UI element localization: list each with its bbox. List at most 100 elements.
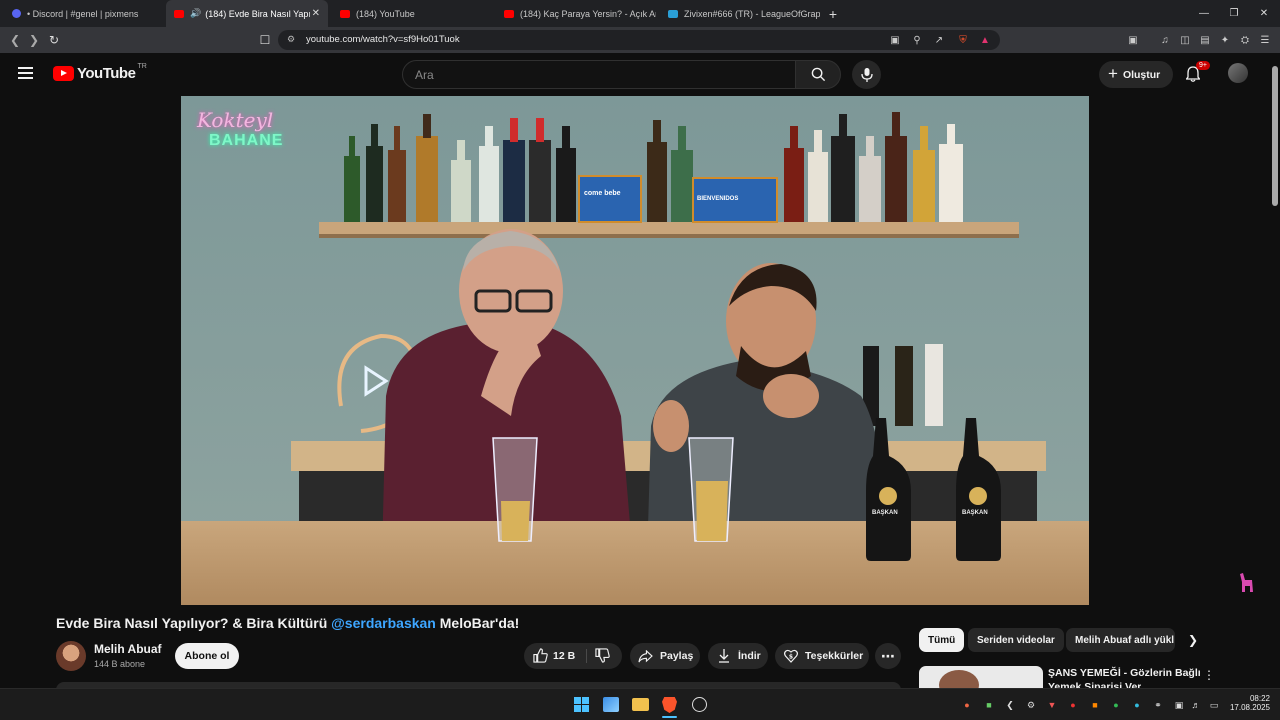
search-box[interactable]: Ara xyxy=(402,60,796,89)
tray-battery-icon[interactable]: ▭ xyxy=(1208,699,1220,711)
channel-name[interactable]: Melih Abuaf xyxy=(94,642,162,656)
search-button[interactable] xyxy=(795,60,841,89)
sidebar-icon[interactable]: ◫ xyxy=(1178,33,1192,47)
youtube-favicon xyxy=(174,9,184,18)
back-button[interactable]: ❮ xyxy=(6,31,24,49)
notifications-button[interactable]: 9+ xyxy=(1185,61,1210,82)
recommended-title-line1[interactable]: ŞANS YEMEĞİ - Gözlerin Bağlı xyxy=(1048,667,1201,679)
youtube-favicon xyxy=(504,9,514,18)
video-player[interactable]: Kokteyl BAHANE come bebe BIENVENIDOS BAŞ… xyxy=(181,96,1089,605)
dislike-button[interactable] xyxy=(595,648,610,666)
tab-close-icon[interactable]: ✕ xyxy=(312,8,320,19)
youtube-play-icon xyxy=(53,66,74,81)
recommended-thumbnail[interactable] xyxy=(919,666,1043,690)
chip-uploads[interactable]: Melih Abuaf adlı yükl xyxy=(1066,628,1175,652)
chips-next-chevron-icon[interactable]: ❯ xyxy=(1188,633,1198,647)
vpn-icon[interactable]: ⛭ xyxy=(1238,33,1252,47)
guide-menu-icon[interactable] xyxy=(18,67,33,79)
bottle-label-2: BAŞKAN xyxy=(962,510,988,516)
tray-app-icon-1[interactable]: ● xyxy=(961,699,973,711)
thanks-button[interactable]: $ Teşekkürler xyxy=(775,643,869,669)
close-window-button[interactable]: ✕ xyxy=(1249,0,1279,27)
file-explorer-icon[interactable] xyxy=(632,698,649,711)
logo-text: YouTube xyxy=(77,65,136,82)
forward-button[interactable]: ❯ xyxy=(25,31,43,49)
windows-taskbar: ● ■ ❮ ⚙ ▼ ● ■ ● ● ⚭ ▣ ♬ ▭ 08:22 17.08.20… xyxy=(0,688,1280,720)
site-info-icon[interactable]: ⚙ xyxy=(287,34,295,45)
tab-active-video[interactable]: 🔊 (184) Evde Bira Nasıl Yapılıyor ✕ xyxy=(166,0,328,27)
share-icon[interactable]: ↗ xyxy=(932,33,946,47)
windows-start-icon[interactable] xyxy=(574,697,589,712)
brave-shield-icon[interactable]: ⛨ xyxy=(956,33,970,47)
tray-mic-icon[interactable]: ⚭ xyxy=(1152,699,1164,711)
subscriber-count: 144 B abone xyxy=(94,659,146,669)
mention-link[interactable]: @serdarbaskan xyxy=(331,615,436,631)
cast-icon[interactable]: ▣ xyxy=(888,33,902,47)
share-arrow-icon xyxy=(638,649,653,662)
account-avatar[interactable] xyxy=(1228,63,1248,83)
browser-toolbar: ❮ ❯ ↻ ☐ ⚙ youtube.com/watch?v=sf9Ho01Tuo… xyxy=(0,27,1280,53)
youtube-logo[interactable]: YouTube TR xyxy=(53,63,147,82)
chip-all[interactable]: Tümü xyxy=(919,628,965,652)
tab-kac-paraya[interactable]: (184) Kaç Paraya Yersin? - Açık Artırm xyxy=(496,0,656,27)
media-controls-icon[interactable]: ♫ xyxy=(1158,33,1172,47)
heart-dollar-icon: $ xyxy=(784,649,798,663)
zoom-icon[interactable]: ⚲ xyxy=(910,33,924,47)
tray-volume-icon[interactable]: ♬ xyxy=(1190,699,1202,711)
tab-leagueofgraphs[interactable]: Zivixen#666 (TR) - LeagueOfGraphs xyxy=(660,0,820,27)
tray-app-icon-6[interactable]: ● xyxy=(1067,699,1079,711)
page-scrollbar[interactable] xyxy=(1272,66,1278,206)
minimize-button[interactable]: — xyxy=(1189,0,1219,27)
download-button[interactable]: İndir xyxy=(708,643,768,669)
title-suffix: MeloBar'da! xyxy=(435,615,520,631)
tray-app-icon-5[interactable]: ▼ xyxy=(1046,699,1058,711)
like-button[interactable] xyxy=(533,648,548,666)
tab-discord[interactable]: • Discord | #genel | pixmens xyxy=(4,0,164,27)
chip-series[interactable]: Seriden videolar xyxy=(968,628,1064,652)
more-actions-button[interactable]: ⋯ xyxy=(875,643,901,669)
search-input[interactable]: Ara xyxy=(415,68,434,82)
tray-app-icon-7[interactable]: ■ xyxy=(1089,699,1101,711)
reload-button[interactable]: ↻ xyxy=(45,31,63,49)
youtube-header: YouTube TR Ara + Oluştur 9+ xyxy=(0,53,1280,95)
thumbs-down-icon xyxy=(595,648,610,663)
tray-app-icon-3[interactable]: ❮ xyxy=(1004,699,1016,711)
video-title: Evde Bira Nasıl Yapılıyor? & Bira Kültür… xyxy=(56,615,519,631)
channel-avatar[interactable] xyxy=(56,641,86,671)
shelf-sign-bienvenidos: BIENVENIDOS xyxy=(697,196,739,202)
tab-label: (184) YouTube xyxy=(356,8,415,19)
screenshot-icon[interactable]: ▣ xyxy=(1126,33,1140,47)
create-button[interactable]: + Oluştur xyxy=(1099,61,1173,88)
share-button[interactable]: Paylaş xyxy=(630,643,700,669)
tray-app-icon-9[interactable]: ● xyxy=(1131,699,1143,711)
voice-search-button[interactable] xyxy=(852,60,881,89)
new-tab-button[interactable]: + xyxy=(818,0,848,27)
thumbs-up-icon xyxy=(533,648,548,663)
create-label: Oluştur xyxy=(1122,68,1161,81)
tray-nvidia-icon[interactable]: ■ xyxy=(983,699,995,711)
steam-icon[interactable] xyxy=(692,697,707,712)
tray-app-icon-8[interactable]: ● xyxy=(1110,699,1122,711)
leo-ai-icon[interactable]: ✦ xyxy=(1218,33,1232,47)
microphone-icon xyxy=(860,67,873,82)
restore-button[interactable]: ❐ xyxy=(1219,0,1249,27)
address-bar[interactable]: ⚙ youtube.com/watch?v=sf9Ho01Tuok ▣ ⚲ ↗ … xyxy=(278,30,1000,50)
photos-app-icon[interactable] xyxy=(603,697,619,712)
wallet-icon[interactable]: ▤ xyxy=(1198,33,1212,47)
tab-youtube-home[interactable]: (184) YouTube xyxy=(332,0,492,27)
bookmark-icon[interactable]: ☐ xyxy=(256,31,274,49)
recommended-menu-icon[interactable]: ⋮ xyxy=(1203,668,1215,682)
tray-network-icon[interactable]: ▣ xyxy=(1173,699,1185,711)
clock-date: 17.08.2025 xyxy=(1229,703,1270,712)
brave-browser-icon[interactable] xyxy=(662,697,677,713)
speaker-icon: 🔊 xyxy=(190,8,202,18)
tray-app-icon-4[interactable]: ⚙ xyxy=(1025,699,1037,711)
download-label: İndir xyxy=(738,650,761,662)
taskbar-clock[interactable]: 08:22 17.08.2025 xyxy=(1226,694,1270,712)
brave-rewards-icon[interactable]: ▲ xyxy=(978,33,992,47)
subscribe-button[interactable]: Abone ol xyxy=(175,643,239,669)
download-icon xyxy=(719,649,729,663)
browser-tab-strip: • Discord | #genel | pixmens 🔊 (184) Evd… xyxy=(0,0,1280,27)
menu-icon[interactable]: ☰ xyxy=(1258,33,1272,47)
title-prefix: Evde Bira Nasıl Yapılıyor? & Bira Kültür… xyxy=(56,615,332,631)
